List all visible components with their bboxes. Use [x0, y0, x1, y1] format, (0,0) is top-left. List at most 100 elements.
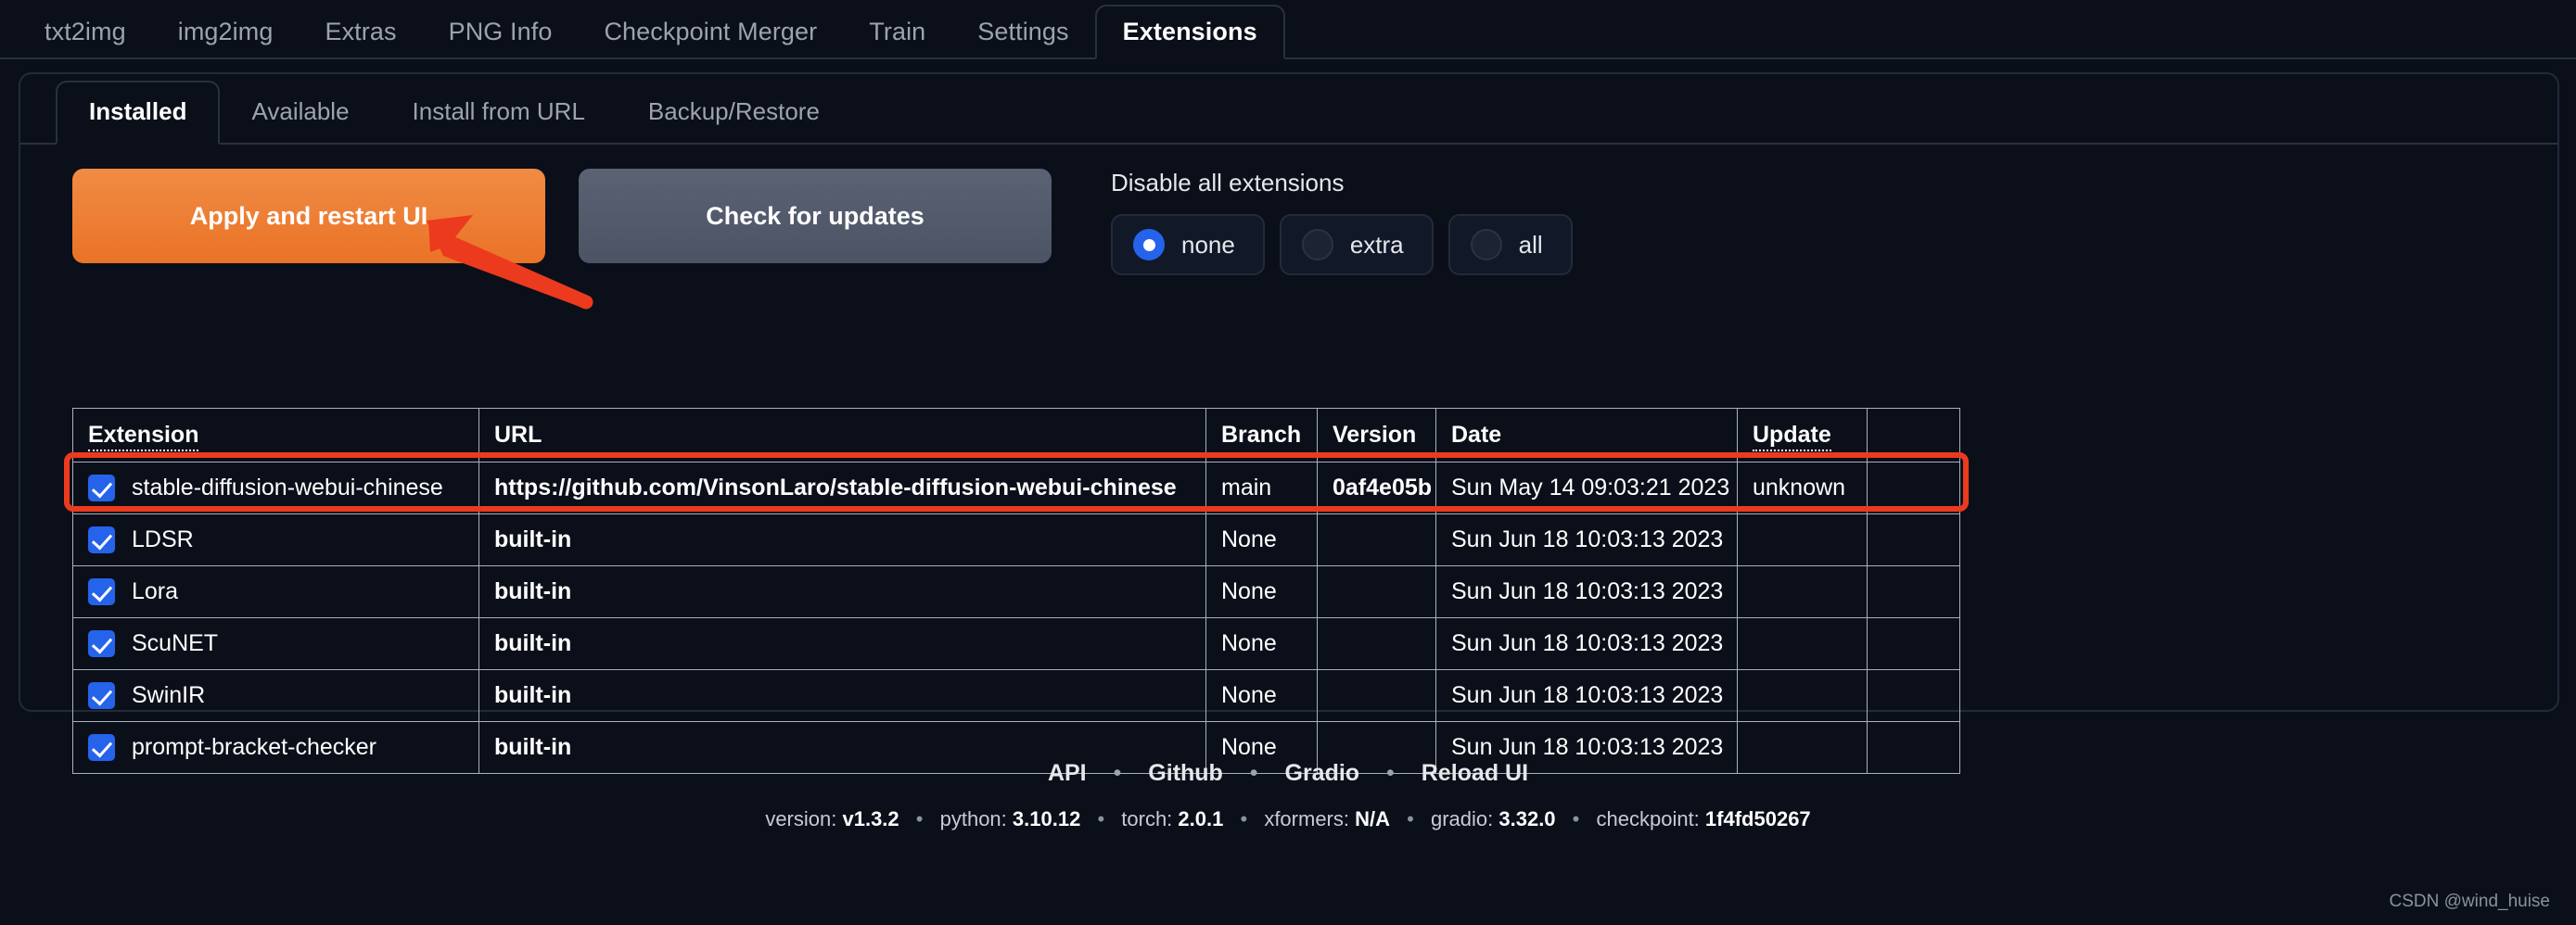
controls-row: Apply and restart UI Check for updates D… [20, 145, 2557, 275]
footer: API • Github • Gradio • Reload UI versio… [0, 760, 2576, 831]
link-reload-ui[interactable]: Reload UI [1422, 760, 1528, 786]
cell-version: 0af4e05b [1317, 462, 1436, 514]
table-row[interactable]: SwinIR built-in None Sun Jun 18 10:03:13… [72, 669, 1960, 722]
cell-version [1317, 565, 1436, 618]
table-row[interactable]: ScuNET built-in None Sun Jun 18 10:03:13… [72, 617, 1960, 670]
watermark: CSDN @wind_huise [2389, 892, 2550, 911]
cell-date: Sun Jun 18 10:03:13 2023 [1435, 669, 1738, 722]
disable-all-extensions-radios: none extra all [1111, 214, 1573, 275]
cell-version [1317, 617, 1436, 670]
subtab-available[interactable]: Available [220, 97, 380, 143]
footer-separator: • [1386, 760, 1395, 786]
gradio-key: gradio: [1430, 807, 1494, 830]
radio-dot-icon [1470, 229, 1502, 260]
extension-name: LDSR [132, 526, 194, 552]
tab-extras[interactable]: Extras [299, 19, 422, 57]
cell-url: built-in [478, 513, 1206, 566]
version-separator: • [1407, 807, 1414, 830]
extension-checkbox[interactable] [88, 578, 115, 605]
extension-name: SwinIR [132, 682, 206, 708]
tab-train[interactable]: Train [843, 19, 951, 57]
extension-checkbox[interactable] [88, 526, 115, 553]
extensions-table-wrap: Extension URL Branch Version Date Update [72, 408, 1960, 774]
extension-name: prompt-bracket-checker [132, 734, 376, 760]
cell-date: Sun Jun 18 10:03:13 2023 [1435, 565, 1738, 618]
check-for-updates-button[interactable]: Check for updates [579, 169, 1052, 263]
link-github[interactable]: Github [1148, 760, 1223, 786]
extension-checkbox[interactable] [88, 682, 115, 709]
cell-action [1867, 462, 1960, 514]
cell-url: built-in [478, 565, 1206, 618]
checkpoint-key: checkpoint: [1596, 807, 1700, 830]
cell-action [1867, 669, 1960, 722]
header-action [1867, 408, 1960, 462]
radio-none[interactable]: none [1111, 214, 1265, 275]
tab-checkpoint-merger[interactable]: Checkpoint Merger [578, 19, 843, 57]
radio-all-label: all [1518, 230, 1543, 259]
subtab-install-from-url[interactable]: Install from URL [381, 97, 617, 143]
extensions-panel: Installed Available Install from URL Bac… [19, 72, 2559, 774]
cell-update [1737, 513, 1868, 566]
cell-date: Sun Jun 18 10:03:13 2023 [1435, 617, 1738, 670]
sub-tab-bar: Installed Available Install from URL Bac… [20, 74, 2557, 145]
version-separator: • [1240, 807, 1248, 830]
cell-branch: None [1205, 565, 1318, 618]
radio-extra[interactable]: extra [1279, 214, 1434, 275]
table-header-row: Extension URL Branch Version Date Update [72, 408, 1960, 462]
extension-checkbox[interactable] [88, 630, 115, 657]
extension-name: stable-diffusion-webui-chinese [132, 475, 443, 501]
extension-checkbox[interactable] [88, 475, 115, 501]
extensions-table: Extension URL Branch Version Date Update [72, 408, 1960, 774]
cell-branch: main [1205, 462, 1318, 514]
header-extension: Extension [72, 408, 479, 462]
tab-txt2img[interactable]: txt2img [19, 19, 152, 57]
footer-separator: • [1249, 760, 1258, 786]
tab-img2img[interactable]: img2img [152, 19, 300, 57]
table-row[interactable]: stable-diffusion-webui-chinese https://g… [72, 462, 1960, 514]
radio-dot-icon [1133, 229, 1165, 260]
cell-version [1317, 513, 1436, 566]
header-url: URL [478, 408, 1206, 462]
cell-branch: None [1205, 669, 1318, 722]
table-row[interactable]: Lora built-in None Sun Jun 18 10:03:13 2… [72, 565, 1960, 618]
version-key: version: [765, 807, 837, 830]
header-date: Date [1435, 408, 1738, 462]
xformers-key: xformers: [1264, 807, 1349, 830]
cell-date: Sun Jun 18 10:03:13 2023 [1435, 513, 1738, 566]
table-row[interactable]: LDSR built-in None Sun Jun 18 10:03:13 2… [72, 513, 1960, 566]
tab-settings[interactable]: Settings [951, 19, 1094, 57]
xformers-value: N/A [1355, 807, 1391, 830]
cell-extension: LDSR [72, 513, 479, 566]
header-update: Update [1737, 408, 1868, 462]
cell-url[interactable]: https://github.com/VinsonLaro/stable-dif… [478, 462, 1206, 514]
header-version: Version [1317, 408, 1436, 462]
tab-extensions[interactable]: Extensions [1094, 5, 1285, 59]
link-gradio[interactable]: Gradio [1285, 760, 1360, 786]
cell-url: built-in [478, 617, 1206, 670]
apply-and-restart-ui-button[interactable]: Apply and restart UI [72, 169, 545, 263]
radio-all[interactable]: all [1447, 214, 1573, 275]
version-value: v1.3.2 [842, 807, 899, 830]
link-api[interactable]: API [1048, 760, 1087, 786]
cell-update [1737, 617, 1868, 670]
cell-update [1737, 565, 1868, 618]
footer-links: API • Github • Gradio • Reload UI [0, 760, 2576, 787]
cell-action [1867, 565, 1960, 618]
subtab-backup-restore[interactable]: Backup/Restore [617, 97, 851, 143]
cell-update: unknown [1737, 462, 1868, 514]
cell-extension: stable-diffusion-webui-chinese [72, 462, 479, 514]
torch-key: torch: [1121, 807, 1173, 830]
checkpoint-value[interactable]: 1f4fd50267 [1705, 807, 1811, 830]
disable-all-extensions-group: Disable all extensions none extra all [1111, 169, 1573, 275]
header-update-text: Update [1753, 422, 1831, 451]
extension-checkbox[interactable] [88, 734, 115, 761]
version-separator: • [1097, 807, 1105, 830]
extension-name: ScuNET [132, 630, 219, 656]
cell-action [1867, 617, 1960, 670]
header-extension-text: Extension [88, 422, 199, 451]
cell-version [1317, 669, 1436, 722]
cell-extension: Lora [72, 565, 479, 618]
tab-png-info[interactable]: PNG Info [423, 19, 579, 57]
subtab-installed[interactable]: Installed [56, 81, 221, 145]
header-branch: Branch [1205, 408, 1318, 462]
